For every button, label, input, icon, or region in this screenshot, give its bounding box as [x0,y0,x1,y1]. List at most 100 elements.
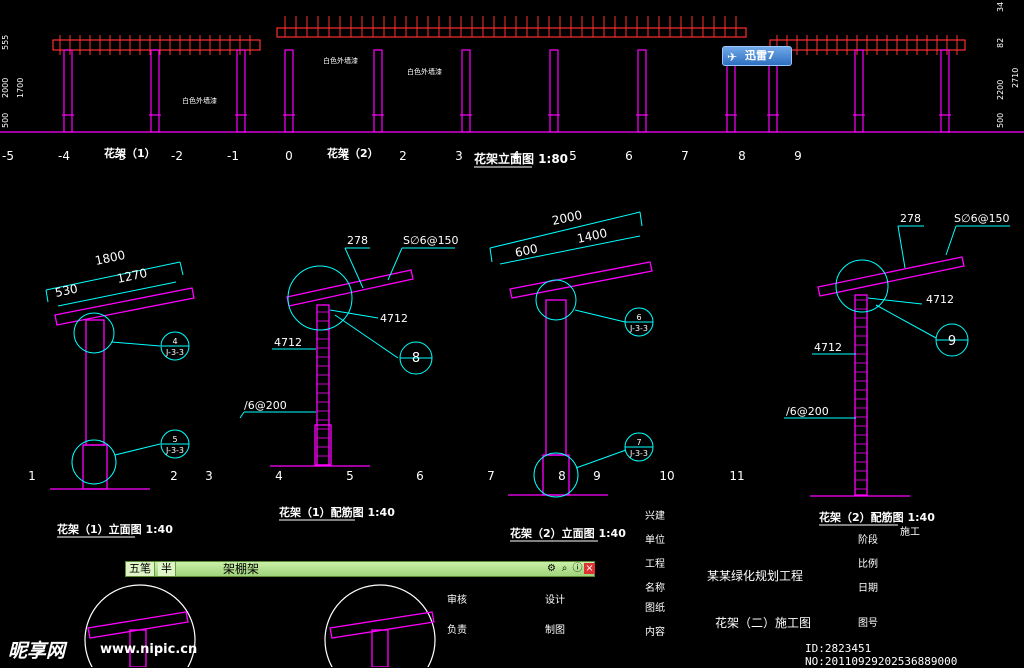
s-rebar-b: S∅6@150 [954,212,1010,225]
svg-text:名称: 名称 [645,581,665,594]
rebar-4712a: 4712 [380,312,408,325]
dim-34: 34 [996,2,1005,12]
title-elevation: 花架立面图 1:80 [474,151,568,166]
note-white-paint-1: 白色外墙漆 [182,96,217,105]
axis-label-top: 7 [681,149,689,163]
pergola-column [940,49,950,133]
axis-label-low: 11 [729,469,744,483]
svg-text:J-3-3: J-3-3 [165,446,184,455]
axis-label-low: 10 [659,469,674,483]
ime-candidate-text: 架棚架 [223,562,260,576]
elevation-view [0,27,1024,133]
svg-text:阶段: 阶段 [858,533,878,546]
axis-label-top: 6 [625,149,633,163]
svg-text:审核: 审核 [447,593,467,606]
label-frame1: 花架（1） [104,146,156,160]
ime-toolbar[interactable]: 五笔 半 架棚架 ⚙ ⌕ ⓘ × [125,561,595,577]
info-icon[interactable]: ⓘ [572,563,583,574]
s-rebar-a: S∅6@150 [403,234,459,247]
rebar-4712b: 4712 [274,336,302,349]
bird-icon: ✈ [727,50,738,64]
pergola-column [236,49,246,133]
axis-label-top: -4 [58,149,70,163]
ime-mode-button[interactable]: 五笔 [126,562,155,576]
pergola-column [63,49,73,133]
note-white-paint-2: 白色外墙漆 [323,56,358,65]
dim-278a: 278 [347,234,368,247]
svg-text:J-3-3: J-3-3 [165,348,184,357]
axis-label-low: 7 [487,469,495,483]
label-frame2: 花架（2） [327,146,379,160]
thunder-label: 迅雷7 [745,49,775,62]
rebar-6-200a: /6@200 [244,399,287,412]
dim-530: 530 [54,281,79,299]
svg-text:6: 6 [636,313,641,322]
svg-text:工程: 工程 [645,558,665,570]
svg-text:4: 4 [172,337,177,346]
axis-label-top: -5 [2,149,14,163]
ime-width-button[interactable]: 半 [158,562,176,576]
svg-text:施工: 施工 [900,525,920,538]
dim-2710: 2710 [1011,68,1020,88]
svg-text:8: 8 [412,351,420,366]
rebar-6-200b: /6@200 [786,405,829,418]
svg-text:设计: 设计 [545,593,565,606]
axis-label-top: -1 [227,149,239,163]
axis-label-low: 6 [416,469,424,483]
axis-label-low: 9 [593,469,601,483]
pergola-column [284,49,294,133]
dim-500: 500 [1,113,10,128]
dim-555: 555 [1,35,10,50]
drawing-name: 花架（二）施工图 [715,615,811,630]
project-name: 某某绿化规划工程 [707,568,803,583]
axis-label-low: 2 [170,469,178,483]
axis-label-low: 3 [205,469,213,483]
detail-frame2 [508,261,653,496]
axis-label-low: 8 [558,469,566,483]
axis-label-top: -2 [171,149,183,163]
rebar-4712c: 4712 [926,293,954,306]
axis-label-top: 3 [455,149,463,163]
detail-frame1-rebar [270,269,414,467]
watermark-id: ID:2823451 NO:20110929202536889000 [805,642,958,668]
pergola-column [854,49,864,133]
close-icon[interactable]: × [584,563,595,574]
title-frame1: 花架（1）立面图 1:40 [57,522,173,536]
svg-text:9: 9 [948,334,956,349]
dim-1700: 1700 [16,78,25,98]
pergola-column [373,49,383,133]
svg-text:图号: 图号 [858,617,878,629]
dim-2000: 2000 [551,208,584,228]
svg-text:兴建: 兴建 [645,509,665,522]
gear-icon[interactable]: ⚙ [546,563,557,574]
search-icon[interactable]: ⌕ [559,563,570,574]
axis-label-top: 5 [569,149,577,163]
svg-text:内容: 内容 [645,625,665,638]
detail-frame1 [50,287,195,490]
axis-label-low: 4 [275,469,283,483]
axis-label-top: 8 [738,149,746,163]
dim-278b: 278 [900,212,921,225]
axis-label-top: 0 [285,149,293,163]
dim-82: 82 [996,38,1005,48]
axis-label-top: 2 [399,149,407,163]
svg-text:5: 5 [172,435,177,444]
svg-text:比例: 比例 [858,557,878,570]
pergola-column [461,49,471,133]
svg-text:7: 7 [636,438,641,447]
pergola-column [637,49,647,133]
right-dims: 34 82 2710 2200 500 [996,2,1020,128]
dim-2200: 2200 [996,80,1005,100]
svg-text:图纸: 图纸 [645,601,665,614]
thunder-float-widget[interactable]: ✈ 迅雷7 [722,46,792,66]
dim-2000: 2000 [1,78,10,98]
note-white-paint-3: 白色外墙漆 [407,67,442,76]
left-dims: 555 2000 1700 500 [1,35,25,128]
title-frame1-rebar: 花架（1）配筋图 1:40 [279,505,395,519]
rebar-4712d: 4712 [814,341,842,354]
svg-text:日期: 日期 [858,582,878,594]
dim-500r: 500 [996,113,1005,128]
axis-label-low: 5 [346,469,354,483]
title-frame2-rebar: 花架（2）配筋图 1:40 [819,510,935,524]
svg-text:负责: 负责 [447,623,467,636]
